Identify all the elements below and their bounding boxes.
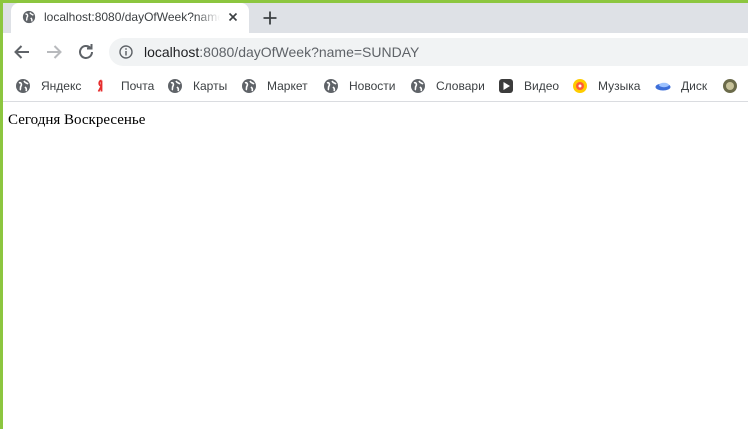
reload-button[interactable] [74,40,98,64]
url-host: localhost [144,44,200,60]
address-bar[interactable]: localhost:8080/dayOfWeek?name=SUNDAY [109,38,748,66]
browser-window: localhost:8080/dayOfWeek?name=SUNDAY [0,0,748,429]
bookmark-label: Видео [524,79,560,93]
globe-icon [16,79,30,93]
close-icon[interactable] [226,10,240,24]
globe-icon [411,79,425,93]
globe-icon [242,79,256,93]
info-icon[interactable] [119,45,133,59]
tab-title: localhost:8080/dayOfWeek?name=SUNDAY [44,10,220,25]
bookmark-label: Новости [349,79,396,93]
globe-icon [22,10,36,24]
bookmark-label: Музыка [598,79,641,93]
bookmark-partial[interactable] [722,77,748,95]
bookmark-mail[interactable]: Почта [95,77,154,95]
bookmark-label: Карты [193,79,228,93]
browser-toolbar: localhost:8080/dayOfWeek?name=SUNDAY [3,33,748,70]
day-of-week-text: Сегодня Воскресенье [8,112,146,128]
page-content: Сегодня Воскресенье [3,103,748,429]
bookmark-dictionaries[interactable]: Словари [410,77,485,95]
url-text[interactable]: localhost:8080/dayOfWeek?name=SUNDAY [144,44,419,60]
bookmark-disk[interactable]: Диск [655,77,707,95]
video-play-icon [499,79,513,93]
bookmarks-bar: Яндекс Почта Карты Маркет Новости Словар… [3,70,748,102]
bookmark-music[interactable]: Музыка [572,77,640,95]
forward-button[interactable] [42,40,66,64]
bookmark-news[interactable]: Новости [323,77,395,95]
disk-icon [655,82,671,91]
bookmark-maps[interactable]: Карты [167,77,227,95]
tab-active[interactable]: localhost:8080/dayOfWeek?name=SUNDAY [11,3,249,33]
url-path: :8080/dayOfWeek?name=SUNDAY [199,44,420,60]
globe-icon [168,79,182,93]
partial-bookmark-icon [723,79,737,93]
bookmark-video[interactable]: Видео [498,77,559,95]
bookmark-label: Маркет [267,79,308,93]
back-button[interactable] [10,40,34,64]
bookmark-label: Яндекс [41,79,82,93]
new-tab-button[interactable] [259,7,281,29]
bookmark-market[interactable]: Маркет [241,77,308,95]
globe-icon [324,79,338,93]
bookmark-label: Словари [436,79,485,93]
bookmark-label: Почта [121,79,155,93]
music-icon [573,79,587,93]
yandex-mail-icon [97,79,103,92]
tab-strip: localhost:8080/dayOfWeek?name=SUNDAY [3,3,748,33]
bookmark-label: Диск [681,79,708,93]
bookmark-yandex[interactable]: Яндекс [15,77,81,95]
